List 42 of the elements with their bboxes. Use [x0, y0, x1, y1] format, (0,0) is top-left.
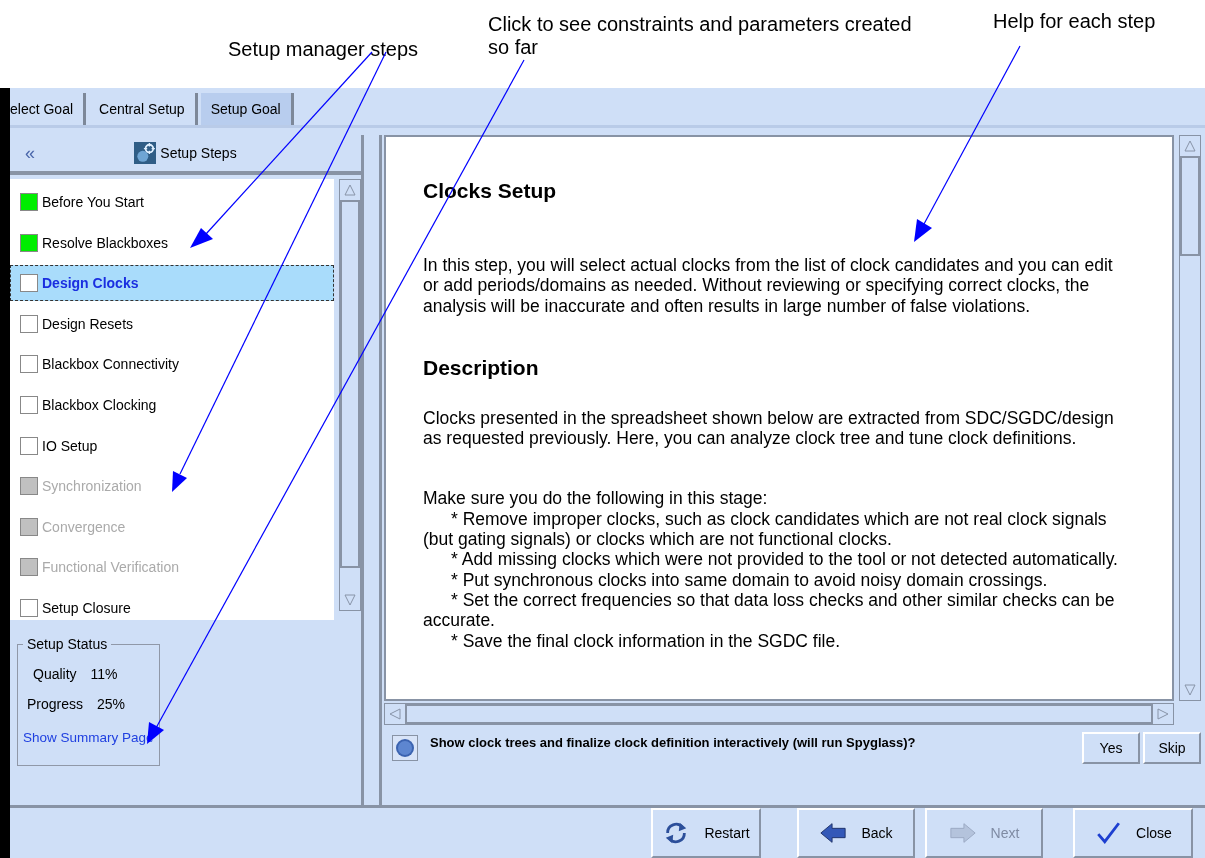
- step-item[interactable]: Design Clocks: [10, 265, 334, 302]
- status-label: Quality: [33, 666, 77, 682]
- panel-title: Setup Steps: [160, 145, 237, 161]
- paragraph: Make sure you do the following in this stage:: [423, 488, 769, 509]
- right-arrow-icon: [948, 820, 977, 846]
- vertical-scrollbar[interactable]: [339, 179, 361, 611]
- step-item[interactable]: Resolve Blackboxes: [10, 224, 334, 261]
- section-heading: Description: [423, 355, 540, 380]
- step-item[interactable]: Setup Closure: [10, 589, 334, 626]
- bullet-item: * Remove improper clocks, such as clock candidates which are not real clock signals (but gating signals) or clocks which are not functional clocks.: [423, 508, 1108, 550]
- status-value: 25%: [97, 696, 126, 712]
- status-value: 11%: [90, 666, 118, 682]
- step-item[interactable]: Blackbox Clocking: [10, 386, 334, 423]
- step-item[interactable]: Blackbox Connectivity: [10, 346, 334, 383]
- scroll-thumb[interactable]: [340, 200, 360, 568]
- tab[interactable]: Setup Goal: [200, 93, 294, 125]
- paragraph: Clocks presented in the spreadsheet shown below are extracted from SDC/SGDC/design as requested previously. Here, you can analyze clock tree and tune clock definitions.: [423, 407, 1115, 449]
- left-arrow-icon: [819, 820, 848, 846]
- tab[interactable]: elect Goal: [10, 93, 87, 125]
- close-button[interactable]: Close: [1073, 808, 1193, 858]
- bullet-item: * Put synchronous clocks into same domain to avoid noisy domain crossings.: [450, 569, 1049, 590]
- annotation-label: Help for each step: [993, 10, 1156, 33]
- answer-button[interactable]: Skip: [1143, 732, 1201, 764]
- back-button[interactable]: Back: [797, 808, 915, 858]
- step-item[interactable]: Before You Start: [10, 184, 334, 220]
- status-label: Progress: [27, 696, 84, 712]
- gear-icon: [134, 142, 157, 164]
- bullet-item: * Add missing clocks which were not provided to the tool or not detected automatically.: [450, 549, 1119, 570]
- paragraph: In this step, you will select actual clocks from the list of clock candidates and you can edit or add periods/domains as needed. Without reviewing or specifying correct clocks, the analysis will be inaccurate and often results in large number of false violations.: [423, 255, 1114, 316]
- annotation-label: Setup manager steps: [228, 38, 419, 61]
- step-item[interactable]: IO Setup: [10, 427, 334, 464]
- question-text: Show clock trees and finalize clock definition interactively (will run Spyglass)?: [430, 734, 917, 750]
- annotation-label: Click to see constraints and parameters created so far: [488, 13, 913, 59]
- vertical-scrollbar[interactable]: [1179, 135, 1201, 701]
- collapse-button[interactable]: «: [10, 142, 50, 164]
- step-item[interactable]: Design Resets: [10, 305, 334, 342]
- bullet-item: * Save the final clock information in the SGDC file.: [450, 630, 842, 651]
- scroll-thumb[interactable]: [1180, 156, 1200, 256]
- answer-button[interactable]: Yes: [1082, 732, 1140, 764]
- group-title: Setup Status: [26, 636, 109, 652]
- restart-button[interactable]: Restart: [651, 808, 761, 858]
- bullet-item: * Set the correct frequencies so that data loss checks and other similar checks can be accurate.: [423, 589, 1116, 631]
